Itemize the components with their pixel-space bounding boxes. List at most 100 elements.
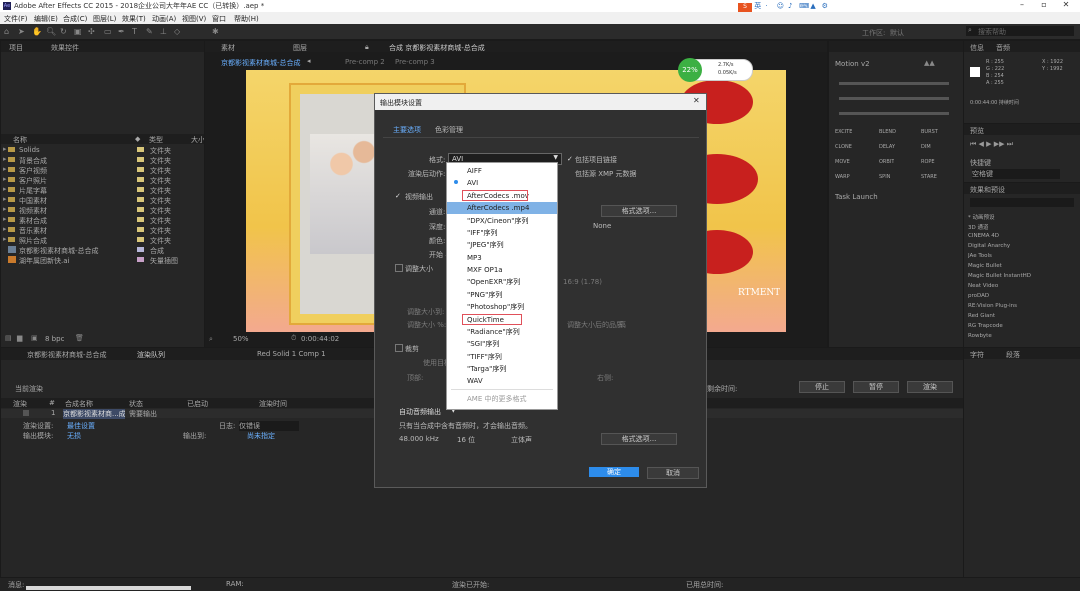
effects-item[interactable]: Magic Bullet InstantHD (968, 273, 1031, 279)
motion-slider[interactable] (839, 112, 949, 115)
task-launch-dropdown[interactable]: Task Launch (835, 193, 878, 201)
column-render[interactable]: 渲染 (13, 399, 27, 409)
column-started[interactable]: 已启动 (187, 399, 208, 409)
motion-button[interactable]: BLEND (879, 129, 896, 135)
motion-button[interactable]: BURST (921, 129, 938, 135)
tab-info[interactable]: 信息 (970, 43, 984, 53)
stop-button[interactable]: 停止 (799, 381, 845, 393)
motion-button[interactable]: DIM (921, 144, 931, 150)
dialog-close-button[interactable]: ✕ (693, 96, 700, 105)
format-option[interactable]: "OpenEXR"序列 (447, 276, 557, 288)
eraser-tool-icon[interactable]: ◇ (174, 27, 180, 36)
tab-render-queue[interactable]: 渲染队列 (137, 350, 165, 360)
motion-button[interactable]: ORBIT (879, 159, 894, 165)
brush-tool-icon[interactable]: ✎ (146, 27, 153, 36)
text-tool-icon[interactable]: T (132, 27, 137, 36)
camera-tool-icon[interactable]: ▣ (74, 27, 82, 36)
motion-button[interactable]: DELAY (879, 144, 895, 150)
magnifier-icon[interactable]: ⌕ (209, 335, 213, 344)
audio-channels-dropdown[interactable]: 立体声 (511, 435, 532, 445)
format-option[interactable]: WAV (447, 375, 557, 387)
ok-button[interactable]: 确定 (589, 467, 639, 477)
viewer-timecode[interactable]: 0:00:44:02 (301, 335, 339, 343)
list-item[interactable]: ▸ 素材合成 文件夹 (1, 215, 204, 225)
tab-effect-controls[interactable]: 效果控件 (51, 43, 79, 53)
effects-search[interactable] (970, 198, 1074, 207)
format-option-more[interactable]: AME 中的更多格式 (447, 393, 557, 405)
tab-layer[interactable]: 图层 (293, 43, 307, 53)
effects-item[interactable]: Rowbyte (968, 333, 992, 339)
column-comp-name[interactable]: 合成名称 (65, 399, 93, 409)
menu-window[interactable]: 窗口 (212, 14, 226, 24)
clone-tool-icon[interactable]: ⊥ (160, 27, 167, 36)
tab-project[interactable]: 项目 (9, 43, 23, 53)
effects-item[interactable]: Digital Anarchy (968, 243, 1010, 249)
pen-tool-icon[interactable]: ✒ (118, 27, 125, 36)
video-output-checkbox[interactable]: ✓ (395, 192, 401, 200)
audio-rate-dropdown[interactable]: 48.000 kHz (399, 435, 439, 443)
resize-checkbox[interactable] (395, 264, 403, 272)
motion-tab[interactable]: Motion v2 (835, 60, 870, 68)
effects-item[interactable]: 3D 通道 (968, 223, 988, 231)
tab-character[interactable]: 字符 (970, 350, 984, 360)
motion-button[interactable]: SPIN (879, 174, 890, 180)
format-option[interactable]: MXF OP1a (447, 264, 557, 276)
cancel-button[interactable]: 取消 (647, 467, 699, 479)
zoom-dropdown[interactable]: 50% (233, 335, 249, 343)
playback-controls[interactable]: ⏮ ◀ ▶ ▶▶ ⏭ (970, 140, 1013, 149)
home-icon[interactable]: ⌂ (4, 27, 9, 36)
render-settings-value[interactable]: 最佳设置 (67, 421, 95, 431)
motion-slider[interactable] (839, 82, 949, 85)
render-button[interactable]: 渲染 (907, 381, 953, 393)
menu-view[interactable]: 视图(V) (182, 14, 206, 24)
tab-footage[interactable]: 素材 (221, 43, 235, 53)
motion-button[interactable]: EXCITE (835, 129, 852, 135)
motion-button[interactable]: ROPE (921, 159, 935, 165)
format-option[interactable]: AVI (447, 177, 557, 189)
motion-button[interactable]: WARP (835, 174, 850, 180)
breadcrumb-item[interactable]: Pre-comp 2 (345, 58, 385, 66)
rectangle-tool-icon[interactable]: ▭ (104, 27, 112, 36)
crop-checkbox[interactable] (395, 344, 403, 352)
camera-icon[interactable]: ⏱︎ (291, 334, 296, 343)
breadcrumb-item[interactable]: Pre-comp 3 (395, 58, 435, 66)
log-dropdown[interactable]: 仅错误 (239, 421, 299, 431)
tab-preview[interactable]: 预览 (970, 126, 984, 136)
maximize-button[interactable]: ▫ (1034, 0, 1054, 12)
search-help-field[interactable]: ⌕ 搜索帮助 (966, 26, 1074, 36)
column-status[interactable]: 状态 (129, 399, 143, 409)
delete-icon[interactable]: 🗑︎ (75, 334, 84, 342)
tab-main-options[interactable]: 主要选项 (393, 125, 421, 135)
selection-tool-icon[interactable]: ➤ (18, 27, 25, 36)
breadcrumb-item[interactable]: 京都影视素材商城-总合成 (221, 58, 301, 68)
audio-bits-dropdown[interactable]: 16 位 (457, 435, 475, 445)
motion-button[interactable]: MOVE (835, 159, 850, 165)
tab-red-solid[interactable]: Red Solid 1 Comp 1 (257, 350, 326, 358)
menu-edit[interactable]: 编辑(E) (34, 14, 58, 24)
render-checkbox[interactable] (23, 410, 29, 416)
effects-item[interactable]: CINEMA 4D (968, 233, 999, 239)
format-option[interactable]: "Radiance"序列 (447, 326, 557, 338)
zoom-tool-icon[interactable]: 🔍︎ (46, 27, 56, 36)
format-option[interactable]: "SGI"序列 (447, 338, 557, 350)
format-option[interactable]: "IFF"序列 (447, 227, 557, 239)
effects-item[interactable]: proDAD (968, 293, 989, 299)
list-item[interactable]: ▸ 客户照片 文件夹 (1, 175, 204, 185)
audio-output-dropdown[interactable]: 自动音频输出 (399, 407, 441, 417)
format-option[interactable]: MP3 (447, 252, 557, 264)
format-option[interactable]: AfterCodecs .mp4 (447, 202, 557, 214)
tab-effects-presets[interactable]: 效果和预设 (970, 185, 1005, 195)
output-to-value[interactable]: 尚未指定 (247, 431, 275, 441)
new-folder-icon[interactable]: ▆ (17, 334, 22, 342)
column-name[interactable]: 名称 (13, 135, 27, 145)
list-item[interactable]: ▸ 中国素材 文件夹 (1, 195, 204, 205)
audio-format-options-button[interactable]: 格式选项... (601, 433, 677, 445)
bpc-toggle[interactable]: 8 bpc (45, 335, 64, 343)
resize-quality-dropdown[interactable]: 高 (619, 320, 669, 330)
list-item[interactable]: ▸ 视频素材 文件夹 (1, 205, 204, 215)
column-type[interactable]: 类型 (149, 135, 163, 145)
pan-tool-icon[interactable]: ✣ (88, 27, 95, 36)
list-item[interactable]: ▸ 客户视频 文件夹 (1, 165, 204, 175)
list-item[interactable]: ▸ 背景合成 文件夹 (1, 155, 204, 165)
list-item[interactable]: ▸ 音乐素材 文件夹 (1, 225, 204, 235)
